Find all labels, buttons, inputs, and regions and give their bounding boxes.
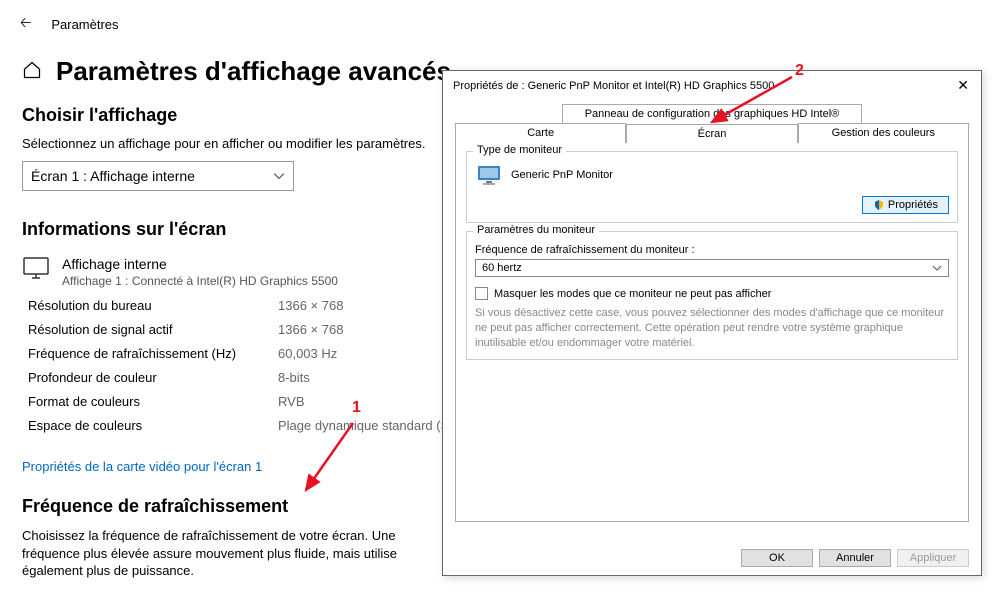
- video-card-properties-link[interactable]: Propriétés de la carte vidéo pour l'écra…: [22, 459, 262, 474]
- ok-button[interactable]: OK: [741, 549, 813, 567]
- group-monitor-type: Type de moniteur: [473, 144, 566, 156]
- display-select-value: Écran 1 : Affichage interne: [31, 168, 195, 184]
- monitor-name: Affichage interne: [62, 256, 338, 272]
- tab-color-management[interactable]: Gestion des couleurs: [798, 123, 969, 143]
- shield-icon: [873, 199, 885, 211]
- info-label: Format de couleurs: [28, 394, 278, 409]
- home-icon: [22, 60, 42, 83]
- close-icon[interactable]: ✕: [953, 77, 973, 94]
- hide-modes-checkbox[interactable]: [475, 287, 488, 300]
- info-label: Résolution du bureau: [28, 298, 278, 313]
- hide-modes-hint: Si vous désactivez cette case, vous pouv…: [475, 306, 949, 351]
- cancel-button[interactable]: Annuler: [819, 549, 891, 567]
- refresh-rate-desc: Choisissez la fréquence de rafraîchissem…: [22, 527, 432, 580]
- chevron-down-icon: [932, 263, 942, 273]
- monitor-sub: Affichage 1 : Connecté à Intel(R) HD Gra…: [62, 274, 338, 288]
- refresh-rate-value: 60 hertz: [482, 262, 522, 274]
- apply-button: Appliquer: [897, 549, 969, 567]
- info-label: Profondeur de couleur: [28, 370, 278, 385]
- topbar-title: Paramètres: [51, 17, 118, 32]
- dialog-monitor-name: Generic PnP Monitor: [511, 169, 613, 181]
- chevron-down-icon: [273, 170, 285, 182]
- info-label: Résolution de signal actif: [28, 322, 278, 337]
- tab-card[interactable]: Carte: [455, 123, 626, 143]
- tab-screen[interactable]: Écran: [626, 124, 797, 144]
- dialog-title: Propriétés de : Generic PnP Monitor et I…: [453, 80, 774, 92]
- refresh-rate-label: Fréquence de rafraîchissement du moniteu…: [475, 244, 949, 256]
- info-label: Fréquence de rafraîchissement (Hz): [28, 346, 278, 361]
- display-select-dropdown[interactable]: Écran 1 : Affichage interne: [22, 161, 294, 191]
- back-arrow-icon[interactable]: 🡠: [20, 12, 31, 36]
- monitor-icon: [22, 256, 50, 283]
- tab-intel-panel[interactable]: Panneau de configuration des graphiques …: [562, 104, 862, 123]
- group-monitor-settings: Paramètres du moniteur: [473, 224, 599, 236]
- info-label: Espace de couleurs: [28, 418, 278, 433]
- properties-button[interactable]: Propriétés: [862, 196, 949, 214]
- monitor-properties-dialog: Propriétés de : Generic PnP Monitor et I…: [442, 70, 982, 576]
- hide-modes-label: Masquer les modes que ce moniteur ne peu…: [494, 288, 771, 300]
- monitor-icon: [475, 164, 503, 186]
- page-title: Paramètres d'affichage avancés: [56, 56, 451, 87]
- refresh-rate-dropdown[interactable]: 60 hertz: [475, 259, 949, 277]
